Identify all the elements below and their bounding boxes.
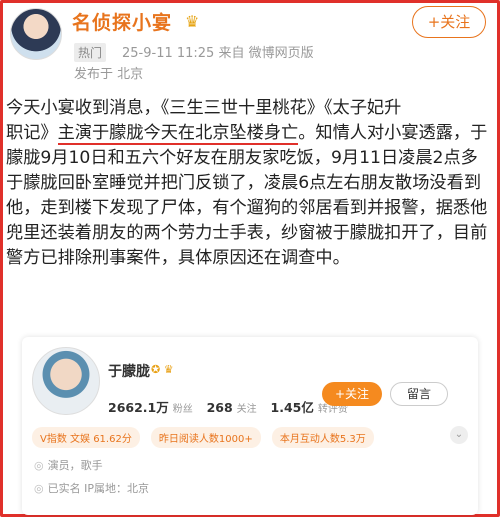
post-body: 今天小宴收到消息，《三生三世十里桃花》《太子妃升 职记》主演于朦胧今天在北京坠楼… [6,96,494,271]
fans-label: 粉丝 [172,404,193,415]
occupation-text: 演员，歌手 [47,459,103,472]
username[interactable]: 名侦探小宴 [72,8,172,35]
profile-name[interactable]: 于朦胧 [108,361,150,381]
following-label: 关注 [236,404,257,415]
pill-interactions[interactable]: 本月互动人数5.3万 [271,427,374,448]
stat-pills: V指数 文娱 61.62分 昨日阅读人数1000+ 本月互动人数5.3万 [32,427,380,448]
crown-icon: ♛ [185,12,200,31]
body-line-2a: 职记》 [6,123,58,143]
message-button[interactable]: 留言 [390,382,448,406]
pill-v-index[interactable]: V指数 文娱 61.62分 [32,427,140,448]
profile-avatar[interactable] [32,347,100,415]
ip-text: 已实名 IP属地：北京 [47,482,149,495]
profile-card: 于朦胧 ✪ ♛ 2662.1万 粉丝 268 关注 1.45亿 转评赞 +关注 留言 … [22,337,478,515]
fans-count: 2662.1万 [108,400,169,415]
profile-stats: 2662.1万 粉丝 268 关注 1.45亿 转评赞 [108,397,358,416]
following-count: 268 [206,400,233,415]
body-line-1: 今天小宴收到消息，《三生三世十里桃花》《太子妃升 [6,98,402,118]
post-meta: 25-9-11 11:25 来自 微博网页版 [122,46,314,61]
post-location: 发布于 北京 [74,67,144,82]
underlined-text: 主演于朦胧今天在北京坠楼身亡 [57,123,299,145]
post-header: 名侦探小宴 ♛ 热门 25-9-11 11:25 来自 微博网页版 发布于 北京… [10,6,490,86]
avatar[interactable] [10,8,62,60]
chevron-down-icon[interactable]: ⌄ [450,426,468,444]
verified-check-icon: ◎ [34,482,44,495]
likes-count: 1.45亿 [270,400,314,415]
body-line-2c: 。知情人对小宴 [298,123,419,143]
verified-icon: ✪ ♛ [151,363,174,376]
hot-tag: 热门 [74,43,107,62]
info-ip: ◎ 已实名 IP属地：北京 [34,480,149,496]
person-icon: ◎ [34,459,44,472]
card-follow-button[interactable]: +关注 [322,382,382,406]
info-occupation: ◎ 演员，歌手 [34,457,103,473]
follow-button[interactable]: +关注 [412,6,486,38]
pill-readers[interactable]: 昨日阅读人数1000+ [150,427,261,448]
